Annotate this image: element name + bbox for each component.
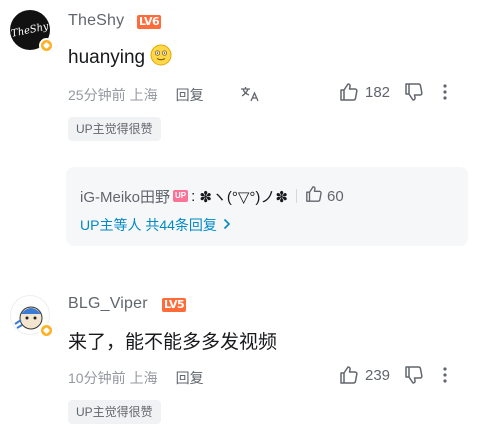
more-options-icon[interactable] [442, 366, 448, 384]
sub-reply-like-count: 60 [326, 187, 344, 205]
comment-location: 上海 [129, 370, 158, 386]
dislike-icon[interactable] [404, 365, 424, 385]
like-count: 182 [365, 83, 391, 101]
chevron-right-icon [223, 217, 231, 233]
comment-item: BLG_Viper LV5 来了，能不能多多发视频 10分钟前 上海 回复 23… [0, 285, 500, 435]
like-icon[interactable] [305, 185, 323, 207]
view-more-replies-label: UP主等人 共44条回复 [80, 217, 217, 233]
reply-button[interactable]: 回复 [176, 368, 204, 388]
comment-actions: 239 [339, 365, 448, 385]
sub-reply-box[interactable]: iG-Meiko田野 UP : ✽ヽ(°▽°)ノ✽ 60 UP主等人 共44条回… [66, 167, 468, 246]
sub-reply-line: iG-Meiko田野 UP : ✽ヽ(°▽°)ノ✽ 60 [80, 185, 344, 207]
sub-reply-text: ✽ヽ(°▽°)ノ✽ [199, 188, 288, 206]
up-badge: UP [173, 190, 189, 202]
comment-meta: 25分钟前 上海 回复 [68, 85, 260, 105]
more-options-icon[interactable] [442, 83, 448, 101]
verified-badge-icon [39, 38, 54, 53]
up-liked-tag: UP主觉得很赞 [68, 117, 161, 141]
like-icon[interactable] [339, 82, 359, 102]
up-liked-tag: UP主觉得很赞 [68, 400, 161, 424]
dislike-icon[interactable] [404, 82, 424, 102]
comment-text: 来了，能不能多多发视频 [68, 332, 278, 353]
comment-time: 25分钟前 [68, 87, 126, 103]
sub-reply-colon: : [191, 187, 196, 205]
comment-actions: 182 [339, 82, 448, 102]
reply-button[interactable]: 回复 [176, 85, 204, 105]
sub-reply-username[interactable]: iG-Meiko田野 [80, 186, 170, 207]
smile-emoji-icon [150, 44, 172, 72]
comment-text-body: huanying [68, 47, 146, 68]
comment-time: 10分钟前 [68, 370, 126, 386]
divider [295, 189, 297, 203]
comment-text: huanying [68, 44, 172, 72]
comment-meta: 10分钟前 上海 回复 [68, 368, 204, 388]
like-icon[interactable] [339, 365, 359, 385]
view-more-replies-link[interactable]: UP主等人 共44条回复 [80, 215, 231, 235]
comment-location: 上海 [129, 87, 158, 103]
like-count: 239 [365, 366, 391, 384]
translate-icon[interactable] [240, 86, 260, 105]
avatar[interactable] [10, 295, 54, 338]
sub-reply-like[interactable]: 60 [305, 185, 344, 207]
verified-badge-icon [39, 323, 54, 338]
username[interactable]: BLG_Viper [68, 295, 148, 313]
level-badge: LV6 [137, 15, 162, 29]
level-badge: LV5 [162, 298, 187, 312]
comment-item: TheShy TheShy LV6 huanying 25分钟前 上海 回复 1… [0, 0, 500, 150]
avatar[interactable]: TheShy [10, 10, 54, 53]
username[interactable]: TheShy [68, 12, 124, 30]
